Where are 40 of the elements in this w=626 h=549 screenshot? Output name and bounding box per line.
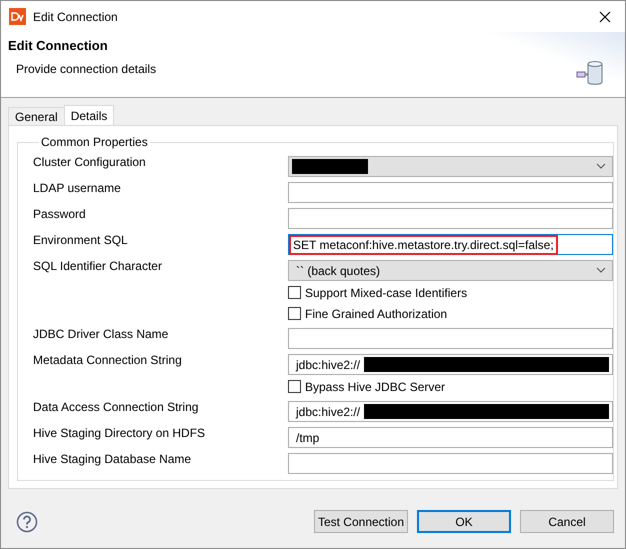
- field-label: Hive Staging Database Name: [33, 451, 192, 466]
- field-label: Data Access Connection String: [33, 399, 200, 414]
- help-icon[interactable]: [16, 510, 38, 532]
- input-field[interactable]: [288, 328, 613, 349]
- checkbox[interactable]: [288, 307, 301, 320]
- input-field[interactable]: jdbc:hive2://: [288, 401, 613, 422]
- caret-icon: [596, 267, 606, 274]
- close-icon: [599, 10, 611, 22]
- checkbox[interactable]: [288, 286, 301, 299]
- app-logo-icon: [9, 8, 26, 25]
- tab[interactable]: Details: [64, 105, 114, 125]
- field-label: Metadata Connection String: [33, 352, 183, 367]
- checkbox-label: Bypass Hive JDBC Server: [305, 380, 446, 394]
- tab[interactable]: General: [8, 107, 65, 125]
- dialog-button[interactable]: Cancel: [520, 510, 614, 533]
- window-title: Edit Connection: [33, 10, 119, 24]
- field-label: SQL Identifier Character: [33, 258, 163, 273]
- input-field[interactable]: SET metaconf:hive.metastore.try.direct.sql=false;: [288, 234, 613, 255]
- field-label: Cluster Configuration: [33, 154, 147, 169]
- checkbox-label: Support Mixed-case Identifiers: [305, 286, 468, 300]
- dialog-subtitle: Provide connection details: [15, 62, 158, 76]
- dialog-button[interactable]: OK: [417, 510, 511, 533]
- input-field[interactable]: [288, 208, 613, 229]
- input-field[interactable]: [288, 182, 613, 203]
- dialog-heading: Edit Connection: [8, 38, 109, 53]
- input-field[interactable]: jdbc:hive2://: [288, 354, 613, 375]
- caret-icon: [596, 163, 606, 170]
- field-label: Environment SQL: [33, 232, 129, 247]
- dropdown[interactable]: `` (back quotes): [288, 260, 613, 281]
- field-label: Hive Staging Directory on HDFS: [33, 425, 206, 440]
- input-field[interactable]: /tmp: [288, 427, 613, 448]
- dropdown[interactable]: [288, 156, 613, 177]
- field-label: Password: [33, 206, 87, 221]
- field-label: LDAP username: [33, 180, 122, 195]
- field-label: JDBC Driver Class Name: [33, 326, 170, 341]
- dialog-button[interactable]: Test Connection: [314, 510, 408, 533]
- checkbox[interactable]: [288, 380, 301, 393]
- input-field[interactable]: [288, 453, 613, 474]
- group-title: Common Properties: [40, 135, 149, 149]
- checkbox-label: Fine Grained Authorization: [305, 306, 448, 320]
